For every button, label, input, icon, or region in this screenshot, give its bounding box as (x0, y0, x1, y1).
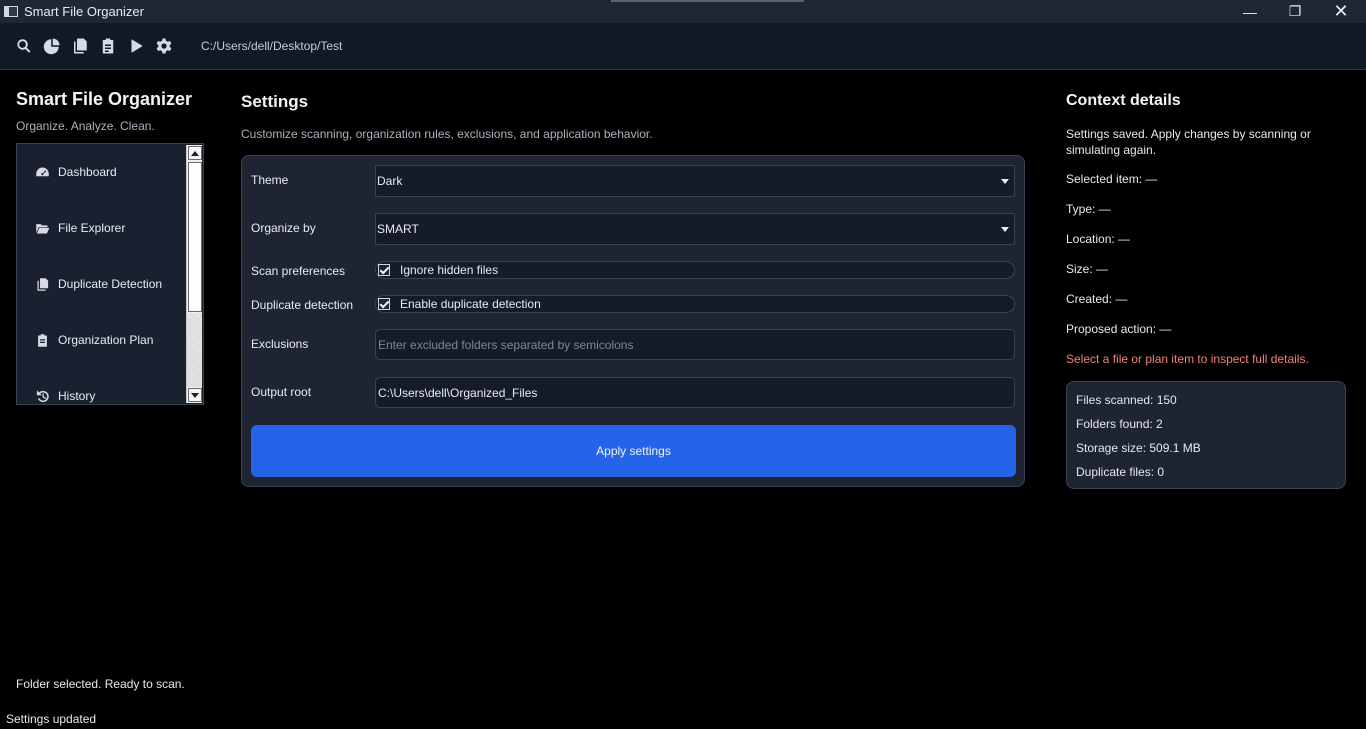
history-icon (36, 389, 49, 402)
sidebar-item-file-explorer[interactable]: File Explorer (35, 218, 125, 238)
scroll-track[interactable] (187, 313, 202, 387)
sidebar-item-organization-plan[interactable]: Organization Plan (35, 330, 153, 350)
scan-preferences-label: Scan preferences (251, 264, 346, 278)
sidebar-title: Smart File Organizer (16, 89, 193, 109)
drag-indicator (611, 0, 804, 2)
sidebar-item-dashboard[interactable]: Dashboard (35, 162, 117, 182)
search-button[interactable] (10, 32, 38, 60)
toolbar-buttons (10, 32, 178, 60)
clipboard-list-icon (38, 333, 47, 347)
theme-value: Dark (377, 174, 403, 188)
current-folder-path: C:/Users/dell/Desktop/Test (201, 39, 343, 53)
output-root-label: Output root (251, 385, 312, 399)
chevron-down-icon (996, 214, 1014, 244)
toolbar: C:/Users/dell/Desktop/Test (0, 23, 1366, 70)
organize-label: Organize by (251, 221, 316, 235)
analytics-button[interactable] (38, 32, 66, 60)
minimize-button[interactable]: — (1227, 0, 1273, 23)
enable-duplicate-label: Enable duplicate detection (400, 297, 541, 311)
search-icon (17, 39, 31, 53)
storage-size-stat: Storage size: 509.1 MB (1076, 441, 1201, 455)
sidebar-scrollbar[interactable] (186, 145, 202, 403)
window-title: Smart File Organizer (24, 4, 144, 19)
sidebar-item-label: Duplicate Detection (58, 277, 163, 291)
status-bar: Settings updated (6, 712, 97, 726)
sidebar-nav: Dashboard File Explorer Duplicate Detect… (16, 143, 204, 405)
scroll-up-button[interactable] (188, 146, 202, 160)
play-icon (131, 39, 143, 53)
maximize-button[interactable]: ❐ (1272, 0, 1318, 23)
proposed-action-field: Proposed action: — (1066, 322, 1172, 336)
ignore-hidden-checkbox[interactable] (378, 264, 390, 276)
exclusions-label: Exclusions (251, 337, 309, 351)
sidebar-item-label: Organization Plan (58, 333, 154, 347)
arrow-up-icon (191, 150, 199, 156)
ignore-hidden-label: Ignore hidden files (400, 263, 499, 277)
organize-select[interactable]: SMART (375, 213, 1015, 245)
settings-card: Theme Dark Organize by SMART Scan prefer… (241, 155, 1025, 487)
pie-chart-icon (43, 38, 60, 55)
plan-button[interactable] (94, 32, 122, 60)
output-root-input[interactable]: C:\Users\dell\Organized_Files (375, 377, 1015, 408)
arrow-down-icon (191, 392, 199, 398)
duplicates-button[interactable] (66, 32, 94, 60)
chevron-down-icon (996, 166, 1014, 196)
sidebar-item-label: Dashboard (58, 165, 117, 179)
ignore-hidden-checkbox-row[interactable]: Ignore hidden files (375, 261, 1015, 279)
sidebar-status: Folder selected. Ready to scan. (16, 677, 185, 691)
app-icon (4, 6, 18, 17)
created-field: Created: — (1066, 292, 1128, 306)
sidebar-item-history[interactable]: History (35, 386, 96, 404)
apply-settings-button[interactable]: Apply settings (251, 425, 1016, 477)
exclusions-input[interactable]: Enter excluded folders separated by semi… (375, 329, 1015, 360)
clipboard-icon (102, 38, 114, 54)
context-title: Context details (1066, 92, 1181, 109)
organize-value: SMART (377, 222, 419, 236)
duplicate-files-stat: Duplicate files: 0 (1076, 465, 1165, 479)
sidebar-item-label: File Explorer (58, 221, 126, 235)
theme-select[interactable]: Dark (375, 165, 1015, 197)
context-message: Settings saved. Apply changes by scannin… (1066, 127, 1311, 157)
page-subtitle: Customize scanning, organization rules, … (241, 127, 653, 141)
copy-icon (37, 277, 49, 291)
folder-open-icon (36, 223, 50, 233)
settings-button[interactable] (150, 32, 178, 60)
theme-label: Theme (251, 173, 289, 187)
title-bar: Smart File Organizer — ❐ ✕ (0, 0, 1366, 23)
enable-duplicate-checkbox[interactable] (378, 298, 390, 310)
sidebar-item-duplicate-detection[interactable]: Duplicate Detection (35, 274, 162, 294)
page-title: Settings (241, 92, 309, 111)
sidebar-item-label: History (58, 389, 96, 403)
enable-duplicate-checkbox-row[interactable]: Enable duplicate detection (375, 295, 1015, 313)
context-hint: Select a file or plan item to inspect fu… (1066, 352, 1309, 366)
scroll-thumb[interactable] (188, 162, 202, 312)
gauge-icon (36, 167, 49, 176)
size-field: Size: — (1066, 262, 1109, 276)
type-field: Type: — (1066, 202, 1111, 216)
gear-icon (156, 38, 172, 54)
sidebar-subtitle: Organize. Analyze. Clean. (16, 119, 155, 133)
run-button[interactable] (122, 32, 150, 60)
location-field: Location: — (1066, 232, 1131, 246)
stats-panel: Files scanned: 150 Folders found: 2 Stor… (1066, 381, 1346, 489)
duplicate-detection-label: Duplicate detection (251, 298, 354, 312)
close-button[interactable]: ✕ (1318, 0, 1364, 23)
selected-item-field: Selected item: — (1066, 172, 1158, 186)
files-scanned-stat: Files scanned: 150 (1076, 393, 1177, 407)
scroll-down-button[interactable] (188, 388, 202, 402)
folders-found-stat: Folders found: 2 (1076, 417, 1163, 431)
copy-icon (74, 38, 87, 54)
